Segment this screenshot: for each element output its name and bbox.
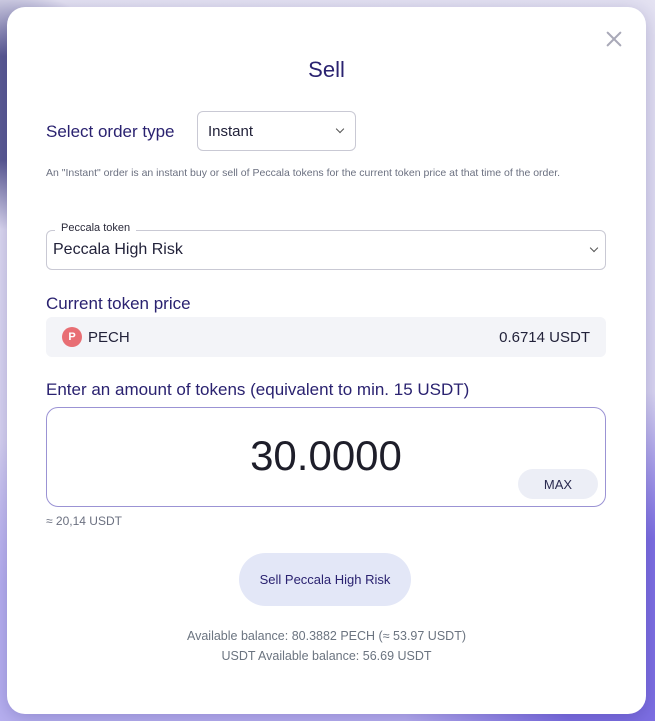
chevron-down-icon <box>335 124 345 134</box>
sell-modal: Sell Select order type Instant An "Insta… <box>7 7 646 714</box>
chevron-down-icon <box>589 243 599 253</box>
close-icon[interactable] <box>604 29 624 49</box>
order-type-select[interactable]: Instant <box>197 111 356 151</box>
order-type-description: An "Instant" order is an instant buy or … <box>46 167 561 179</box>
order-type-label: Select order type <box>46 122 175 141</box>
pech-token-icon: P <box>62 327 82 347</box>
available-balance: Available balance: 80.3882 PECH (≈ 53.97… <box>186 629 466 643</box>
max-button[interactable]: MAX <box>518 469 598 499</box>
sell-button[interactable]: Sell Peccala High Risk <box>239 553 411 606</box>
order-type-selected-value: Instant <box>208 122 254 140</box>
modal-title: Sell <box>308 57 345 82</box>
token-select[interactable]: Peccala High Risk <box>46 230 606 270</box>
amount-label: Enter an amount of tokens (equivalent to… <box>46 380 470 399</box>
token-select-label: Peccala token <box>55 222 137 234</box>
token-symbol-group: P PECH <box>62 327 130 347</box>
token-price-value: 0.6714 USDT <box>499 328 590 346</box>
token-symbol: PECH <box>88 328 130 346</box>
approx-usdt-value: ≈ 20,14 USDT <box>46 514 122 528</box>
token-selected-value: Peccala High Risk <box>53 241 183 258</box>
current-price-box: P PECH 0.6714 USDT <box>46 317 606 357</box>
usdt-available-balance: USDT Available balance: 56.69 USDT <box>221 649 432 663</box>
current-price-label: Current token price <box>46 294 191 313</box>
amount-input[interactable]: 30.0000 MAX <box>46 407 606 507</box>
